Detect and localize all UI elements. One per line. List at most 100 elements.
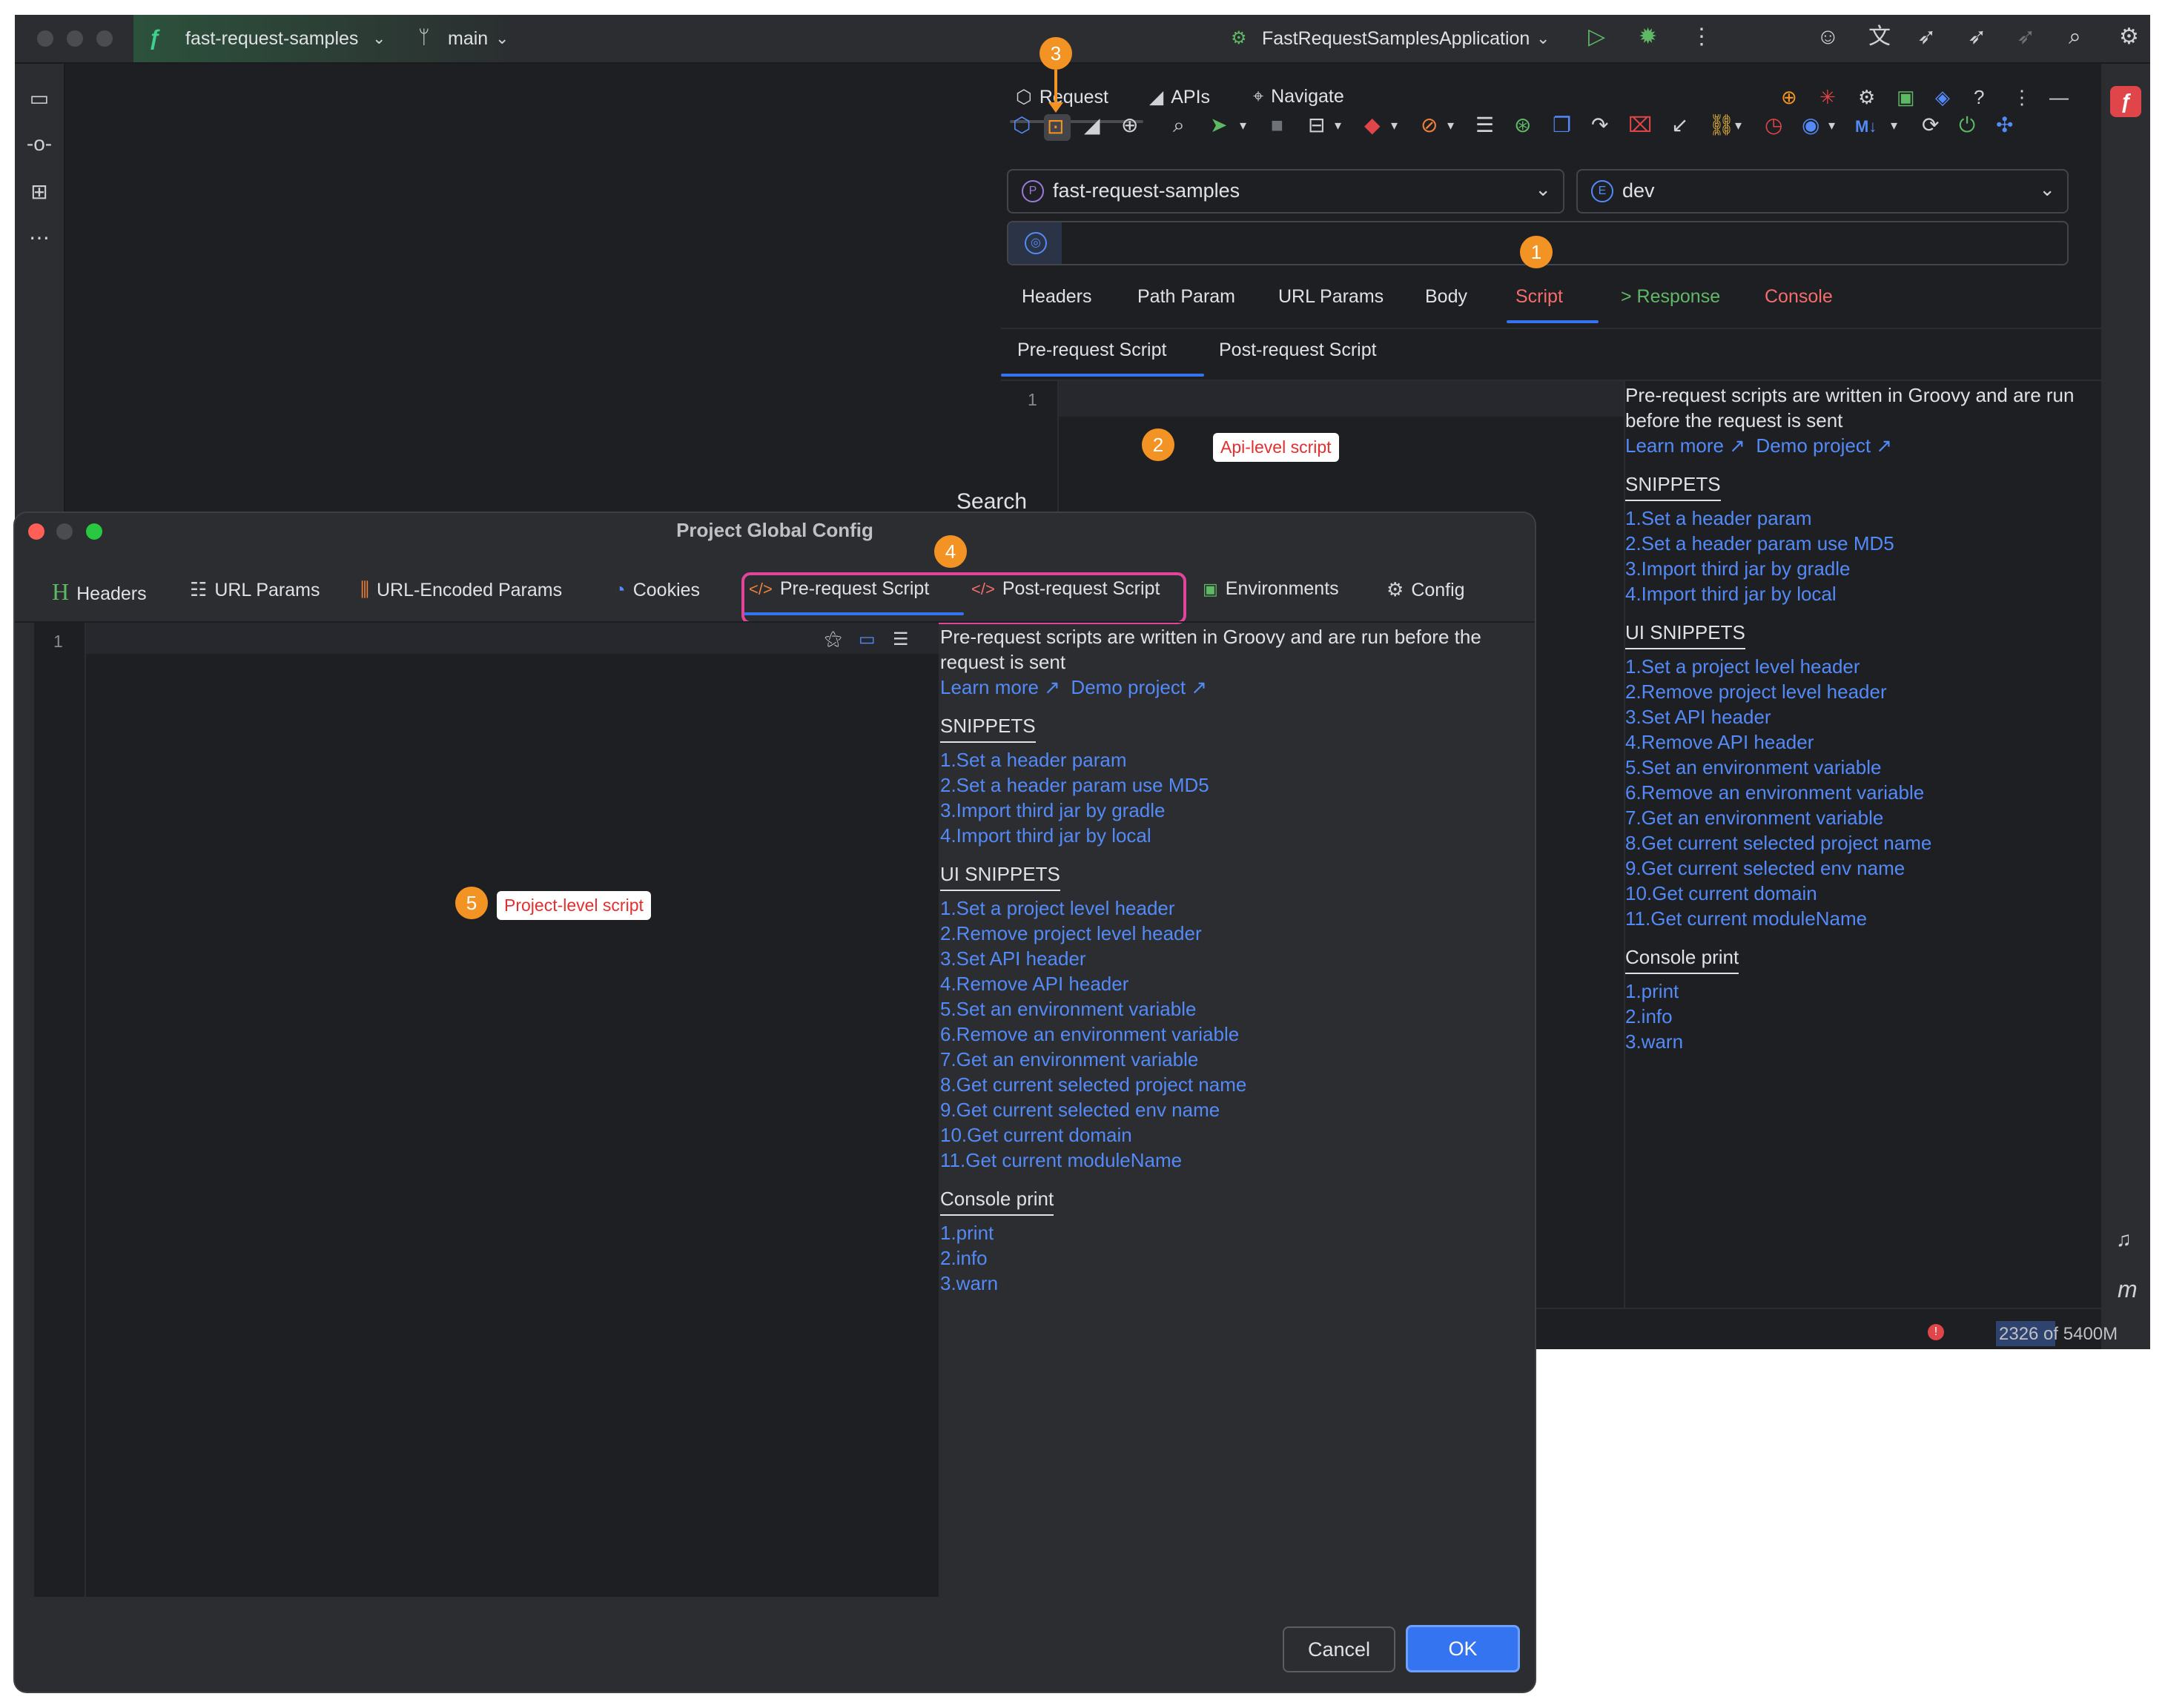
dropdown-icon[interactable]: ▾ <box>1391 114 1398 136</box>
tab-global-url-params[interactable]: ☷ URL Params <box>190 578 320 601</box>
tab-headers[interactable]: Headers <box>1022 286 1092 308</box>
tab-global-environments[interactable]: ▣ Environments <box>1203 578 1339 600</box>
ui-snippet-link[interactable]: 8.Get current selected project name <box>1625 830 2100 855</box>
console-snippet-link[interactable]: 1.print <box>940 1220 1526 1245</box>
settings-icon[interactable]: ⚙ <box>2119 25 2139 49</box>
tab-global-config[interactable]: ⚙ Config <box>1386 578 1465 601</box>
send-icon[interactable]: ➤ <box>1210 114 1227 136</box>
ui-snippet-link[interactable]: 1.Set a project level header <box>940 896 1526 921</box>
ui-snippet-link[interactable]: 6.Remove an environment variable <box>1625 780 2100 805</box>
learn-more-link[interactable]: Learn more ↗ <box>940 676 1060 698</box>
error-icon[interactable]: ! <box>1928 1324 1944 1340</box>
console-snippet-link[interactable]: 2.info <box>1625 1004 2100 1029</box>
dropdown-icon[interactable]: ▾ <box>1240 114 1246 136</box>
ui-snippet-link[interactable]: 5.Set an environment variable <box>1625 755 2100 780</box>
chevron-down-icon[interactable]: ⌄ <box>372 27 386 50</box>
snippet-link[interactable]: 4.Import third jar by local <box>940 823 1526 848</box>
github-icon[interactable]: ◉ <box>1802 114 1819 136</box>
project-name[interactable]: fast-request-samples <box>185 27 358 50</box>
chart-icon[interactable]: ◢ <box>1084 114 1100 136</box>
search-icon[interactable]: ⌕ <box>2069 25 2081 49</box>
ui-snippet-link[interactable]: 2.Remove project level header <box>1625 679 2100 704</box>
stop-icon[interactable]: ■ <box>1271 114 1283 136</box>
tab-pre-request-script[interactable]: Pre-request Script <box>1017 340 1166 361</box>
wrap-icon[interactable]: ☰ <box>893 629 909 650</box>
console-snippet-link[interactable]: 3.warn <box>1625 1029 2100 1054</box>
target-icon[interactable]: ⊕ <box>1121 114 1138 136</box>
delete-icon[interactable]: ⌧ <box>1628 114 1652 136</box>
cancel-button[interactable]: Cancel <box>1283 1626 1395 1672</box>
ok-button[interactable]: OK <box>1406 1625 1520 1672</box>
snippet-link[interactable]: 2.Set a header param use MD5 <box>1625 531 2100 556</box>
structure-icon[interactable]: ⊞ <box>15 179 64 204</box>
more-icon[interactable]: ⋮ <box>1690 25 1713 49</box>
module-icon[interactable]: ⬡ <box>1013 114 1031 136</box>
window-close-button[interactable] <box>37 30 53 47</box>
ui-snippet-link[interactable]: 10.Get current domain <box>940 1122 1526 1148</box>
notification-icon[interactable]: ♫ <box>2116 1228 2132 1251</box>
disable-icon[interactable]: ⊘ <box>1421 114 1438 136</box>
snippet-link[interactable]: 3.Import third jar by gradle <box>940 798 1526 823</box>
rocket-icon[interactable]: ➶ <box>1968 25 1986 49</box>
window-zoom-button[interactable] <box>96 30 113 47</box>
link-icon[interactable]: ⛓ <box>1708 114 1735 136</box>
rocket-icon[interactable]: ➶ <box>2017 25 2035 49</box>
more-icon[interactable]: ⋮ <box>2012 86 2032 109</box>
tab-global-headers[interactable]: H Headers <box>52 578 147 606</box>
translate-icon[interactable]: 文 <box>1868 25 1891 49</box>
tab-body[interactable]: Body <box>1425 286 1467 308</box>
ui-snippet-link[interactable]: 3.Set API header <box>1625 704 2100 729</box>
ui-snippet-link[interactable]: 9.Get current selected env name <box>1625 855 2100 881</box>
markdown-icon[interactable]: m <box>2118 1276 2138 1303</box>
run-configuration[interactable]: FastRequestSamplesApplication <box>1262 27 1530 50</box>
dropdown-icon[interactable]: ▾ <box>1828 114 1835 136</box>
slack-icon[interactable]: ✳ <box>1819 86 1836 109</box>
snippet-link[interactable]: 1.Set a header param <box>1625 506 2100 531</box>
ui-snippet-link[interactable]: 6.Remove an environment variable <box>940 1022 1526 1047</box>
run-icon[interactable]: ▷ <box>1588 25 1605 49</box>
chevron-down-icon[interactable]: ⌄ <box>495 27 509 50</box>
tab-apis[interactable]: ◢ APIs <box>1149 86 1210 108</box>
dropdown-icon[interactable]: ▾ <box>1335 114 1341 136</box>
redo-icon[interactable]: ↷ <box>1591 114 1608 136</box>
ui-snippet-link[interactable]: 8.Get current selected project name <box>940 1072 1526 1097</box>
save-icon[interactable]: ⊟ <box>1308 114 1325 136</box>
ui-snippet-link[interactable]: 1.Set a project level header <box>1625 654 2100 679</box>
settings-icon[interactable]: ⚙ <box>1858 86 1875 109</box>
snippet-link[interactable]: 1.Set a header param <box>940 747 1526 772</box>
tab-global-url-encoded-params[interactable]: ⫼ URL-Encoded Params <box>360 578 562 602</box>
help-icon[interactable]: ? <box>1974 86 1984 109</box>
ui-snippet-link[interactable]: 4.Remove API header <box>1625 729 2100 755</box>
memory-indicator[interactable]: 2326 of 5400M <box>1999 1324 2118 1345</box>
more-icon[interactable]: ⋯ <box>15 225 64 250</box>
tab-path-param[interactable]: Path Param <box>1137 286 1235 308</box>
layers-icon[interactable]: ◈ <box>1935 86 1950 109</box>
debug-icon[interactable]: ✹ <box>1639 25 1657 49</box>
layout-icon[interactable]: ▣ <box>1897 86 1915 109</box>
tab-navigate[interactable]: ⌖ Navigate <box>1253 86 1344 107</box>
branch-name[interactable]: main <box>448 27 488 50</box>
console-snippet-link[interactable]: 2.info <box>940 1245 1526 1271</box>
method-icon[interactable]: ◎ <box>1025 232 1047 254</box>
ui-snippet-link[interactable]: 3.Set API header <box>940 946 1526 971</box>
dropdown-icon[interactable]: ▾ <box>1735 114 1742 136</box>
fast-request-icon[interactable]: ƒ <box>2110 86 2141 117</box>
snippet-link[interactable]: 4.Import third jar by local <box>1625 581 2100 606</box>
ui-snippet-link[interactable]: 5.Set an environment variable <box>940 996 1526 1022</box>
tab-console[interactable]: Console <box>1765 286 1833 308</box>
project-script-editor[interactable] <box>34 623 939 1597</box>
ui-snippet-link[interactable]: 10.Get current domain <box>1625 881 2100 906</box>
markdown-icon[interactable]: M↓ <box>1855 116 1877 138</box>
ui-snippet-link[interactable]: 11.Get current moduleName <box>1625 906 2100 931</box>
account-icon[interactable]: ☺ <box>1817 25 1840 49</box>
dropdown-icon[interactable]: ▾ <box>1447 114 1454 136</box>
demo-project-link[interactable]: Demo project ↗ <box>1756 434 1892 457</box>
demo-project-link[interactable]: Demo project ↗ <box>1071 676 1207 698</box>
import-icon[interactable]: ↙ <box>1671 114 1688 136</box>
magnet-icon[interactable]: ◆ <box>1364 114 1381 136</box>
rocket-icon[interactable]: ➶ <box>1917 25 1936 49</box>
ui-snippet-link[interactable]: 9.Get current selected env name <box>940 1097 1526 1122</box>
minimize-icon[interactable]: — <box>2049 86 2069 109</box>
commit-icon[interactable]: -o- <box>15 132 64 156</box>
folder-icon[interactable]: ▭ <box>859 629 876 650</box>
